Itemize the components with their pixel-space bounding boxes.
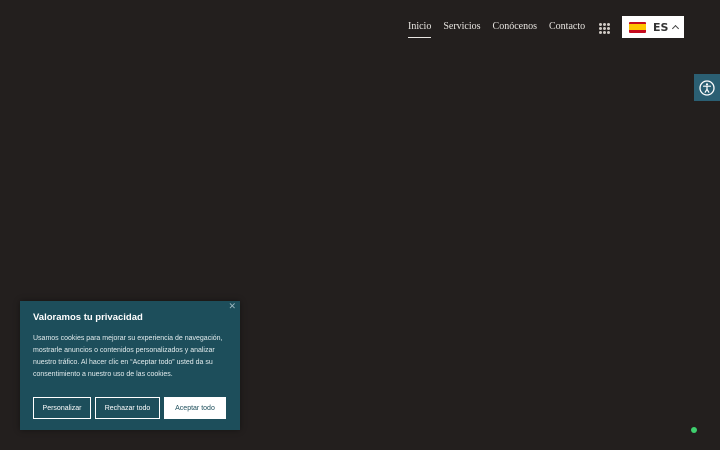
spain-flag-icon — [629, 21, 646, 33]
cookie-title: Valoramos tu privacidad — [33, 312, 143, 323]
cookie-consent-banner: ✕ Valoramos tu privacidad Usamos cookies… — [20, 301, 240, 430]
cookie-text: Usamos cookies para mejorar su experienc… — [33, 335, 223, 378]
reject-all-button[interactable]: Rechazar todo — [95, 397, 160, 419]
accessibility-button[interactable] — [694, 74, 720, 101]
accept-all-button[interactable]: Aceptar todo — [164, 397, 226, 419]
status-indicator — [691, 427, 697, 433]
chevron-up-icon — [672, 24, 680, 33]
language-code: ES — [653, 20, 669, 34]
close-icon[interactable]: ✕ — [228, 302, 236, 312]
main-nav: Inicio Servicios Conócenos Contacto — [408, 20, 585, 38]
nav-item-contacto[interactable]: Contacto — [549, 20, 585, 38]
apps-grid-icon[interactable] — [599, 23, 610, 34]
nav-item-inicio[interactable]: Inicio — [408, 20, 432, 38]
accessibility-icon — [699, 79, 715, 96]
nav-item-servicios[interactable]: Servicios — [443, 20, 480, 38]
language-selector[interactable]: ES — [622, 16, 684, 38]
cookie-buttons: Personalizar Rechazar todo Aceptar todo — [33, 397, 226, 419]
customize-button[interactable]: Personalizar — [33, 397, 91, 419]
nav-item-conocenos[interactable]: Conócenos — [493, 20, 537, 38]
